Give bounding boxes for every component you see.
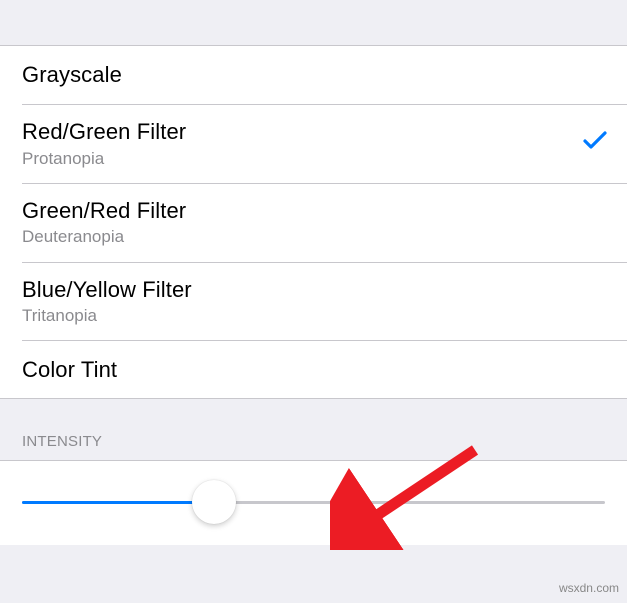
- filter-row-grayscale[interactable]: Grayscale: [0, 46, 627, 104]
- filter-title: Grayscale: [22, 61, 607, 89]
- checkmark-icon: [583, 130, 607, 156]
- intensity-slider[interactable]: [22, 485, 605, 519]
- filter-subtitle: Tritanopia: [22, 305, 607, 326]
- filter-title: Blue/Yellow Filter: [22, 276, 607, 304]
- filter-row-green-red[interactable]: Green/Red Filter Deuteranopia: [0, 183, 627, 262]
- top-spacer: [0, 0, 627, 45]
- filter-subtitle: Protanopia: [22, 148, 571, 169]
- slider-fill: [22, 501, 214, 504]
- slider-thumb[interactable]: [192, 480, 236, 524]
- filter-subtitle: Deuteranopia: [22, 226, 607, 247]
- filter-row-blue-yellow[interactable]: Blue/Yellow Filter Tritanopia: [0, 262, 627, 341]
- intensity-header: INTENSITY: [0, 399, 627, 460]
- filter-row-color-tint[interactable]: Color Tint: [0, 340, 627, 398]
- filter-title: Red/Green Filter: [22, 118, 571, 146]
- filter-row-red-green[interactable]: Red/Green Filter Protanopia: [0, 104, 627, 183]
- filter-title: Color Tint: [22, 356, 607, 384]
- filter-title: Green/Red Filter: [22, 197, 607, 225]
- intensity-slider-group: [0, 460, 627, 545]
- color-filters-group: Grayscale Red/Green Filter Protanopia Gr…: [0, 45, 627, 399]
- watermark: wsxdn.com: [559, 581, 619, 595]
